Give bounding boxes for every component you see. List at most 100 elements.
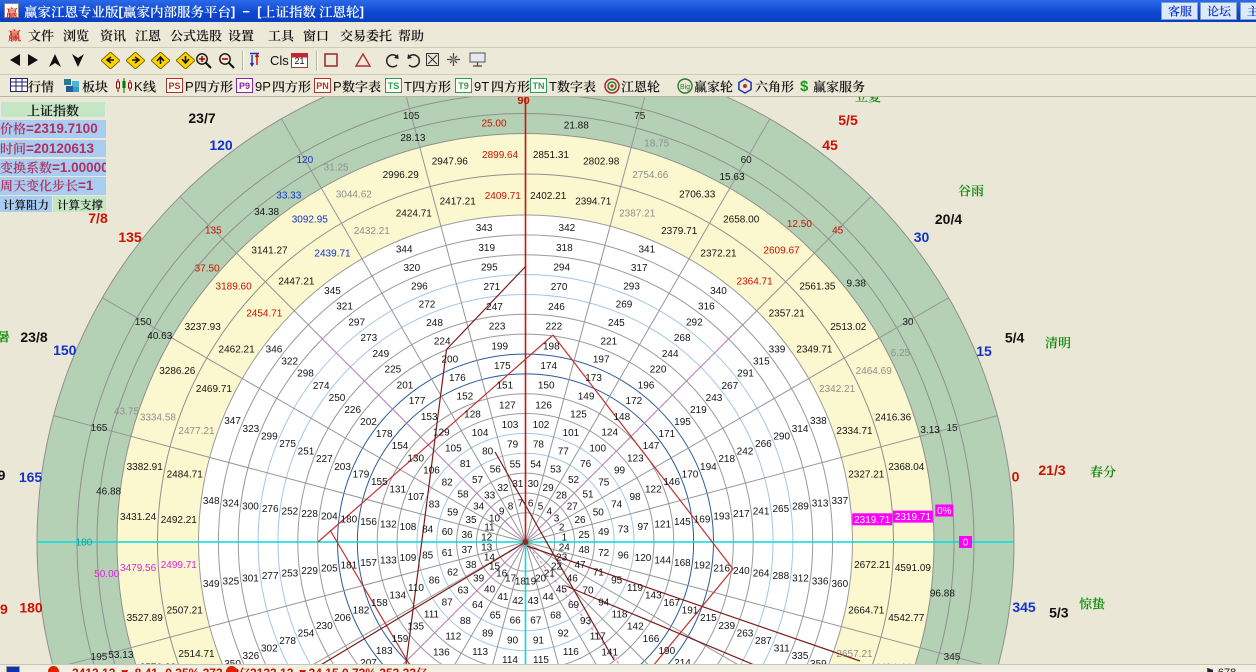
svg-text:2416.36: 2416.36 <box>875 413 912 424</box>
svg-text:165: 165 <box>19 469 43 485</box>
svg-text:179: 179 <box>353 469 370 480</box>
svg-text:31: 31 <box>512 479 524 490</box>
svg-text:312: 312 <box>792 574 809 585</box>
svg-text:TS: TS <box>388 81 400 91</box>
svg-text:2342.21: 2342.21 <box>819 384 856 395</box>
svg-text:2899.64: 2899.64 <box>482 150 519 161</box>
svg-text:15: 15 <box>976 343 992 359</box>
svg-text:25: 25 <box>578 530 590 541</box>
svg-text:345: 345 <box>1012 599 1036 615</box>
svg-text:103: 103 <box>502 420 519 431</box>
svg-text:104: 104 <box>472 428 489 439</box>
svg-text:290: 290 <box>773 431 790 442</box>
svg-text:289: 289 <box>792 501 809 512</box>
svg-text:96: 96 <box>618 550 630 561</box>
svg-text:206: 206 <box>334 613 351 624</box>
svg-text:35: 35 <box>465 515 477 526</box>
svg-text:2477.21: 2477.21 <box>178 426 215 437</box>
svg-text:199: 199 <box>491 341 508 352</box>
svg-text:2484.71: 2484.71 <box>167 470 204 481</box>
svg-text:215: 215 <box>700 613 717 624</box>
svg-text:147: 147 <box>643 441 660 452</box>
svg-text:42: 42 <box>512 596 524 607</box>
svg-text:175: 175 <box>494 361 511 372</box>
svg-text:23: 23 <box>556 553 568 564</box>
svg-text:276: 276 <box>262 504 279 515</box>
svg-text:74: 74 <box>611 500 623 511</box>
svg-text:317: 317 <box>631 263 648 274</box>
svg-text:302: 302 <box>261 644 278 655</box>
svg-text:292: 292 <box>686 318 703 329</box>
svg-text:28.13: 28.13 <box>400 133 425 144</box>
svg-text:99: 99 <box>614 465 626 476</box>
svg-text:2402.21: 2402.21 <box>530 191 567 202</box>
svg-text:190: 190 <box>658 646 675 657</box>
svg-text:62: 62 <box>447 568 459 579</box>
svg-text:40.63: 40.63 <box>147 331 172 342</box>
svg-text:201: 201 <box>397 381 414 392</box>
svg-text:2357.21: 2357.21 <box>769 308 806 319</box>
svg-text:347: 347 <box>224 416 241 427</box>
svg-text:78: 78 <box>533 440 545 451</box>
svg-text:135: 135 <box>407 622 424 633</box>
svg-text:2802.98: 2802.98 <box>583 157 620 168</box>
svg-text:5: 5 <box>538 501 544 512</box>
svg-text:79: 79 <box>507 440 519 451</box>
svg-text:196: 196 <box>638 381 655 392</box>
svg-text:2394.71: 2394.71 <box>575 197 612 208</box>
svg-text:145: 145 <box>674 517 691 528</box>
svg-text:2657.21: 2657.21 <box>836 649 873 660</box>
svg-text:151: 151 <box>496 381 513 392</box>
svg-text:9: 9 <box>0 467 6 483</box>
svg-text:120: 120 <box>209 137 233 153</box>
svg-text:18.75: 18.75 <box>644 139 669 150</box>
svg-text:288: 288 <box>772 571 789 582</box>
svg-text:321: 321 <box>336 302 353 313</box>
svg-text:141: 141 <box>601 647 618 658</box>
svg-text:314: 314 <box>792 424 809 435</box>
svg-text:339: 339 <box>769 345 786 356</box>
svg-text:3431.24: 3431.24 <box>120 512 157 523</box>
svg-text:176: 176 <box>449 373 466 384</box>
svg-text:299: 299 <box>261 431 278 442</box>
svg-text:3237.93: 3237.93 <box>185 322 222 333</box>
svg-text:193: 193 <box>713 512 730 523</box>
svg-text:95: 95 <box>611 575 623 586</box>
svg-text:3: 3 <box>554 514 560 525</box>
svg-text:117: 117 <box>590 632 606 643</box>
svg-text:3189.60: 3189.60 <box>216 282 253 293</box>
svg-text:136: 136 <box>433 647 450 658</box>
svg-text:32: 32 <box>497 483 509 494</box>
svg-text:4542.77: 4542.77 <box>888 613 925 624</box>
svg-text:200: 200 <box>441 355 458 366</box>
svg-text:124: 124 <box>601 428 618 439</box>
svg-text:159: 159 <box>392 634 409 645</box>
svg-text:3527.89: 3527.89 <box>127 613 164 624</box>
svg-text:45: 45 <box>832 225 844 236</box>
svg-text:34.38: 34.38 <box>254 207 279 218</box>
svg-text:P9: P9 <box>239 81 250 91</box>
svg-text:48: 48 <box>578 545 590 556</box>
svg-text:120: 120 <box>635 553 652 564</box>
svg-text:53: 53 <box>550 465 562 476</box>
svg-text:2469.71: 2469.71 <box>196 384 233 395</box>
svg-text:0%: 0% <box>937 506 952 517</box>
svg-text:90: 90 <box>507 635 519 646</box>
svg-text:89: 89 <box>482 629 494 640</box>
svg-text:155: 155 <box>371 477 388 488</box>
svg-text:203: 203 <box>334 462 351 473</box>
svg-text:272: 272 <box>419 300 436 311</box>
svg-text:181: 181 <box>341 561 358 572</box>
svg-text:241: 241 <box>753 507 770 518</box>
svg-text:86: 86 <box>429 575 441 586</box>
svg-text:45: 45 <box>822 137 838 153</box>
svg-text:322: 322 <box>281 357 298 368</box>
svg-text:36: 36 <box>461 530 473 541</box>
svg-text:174: 174 <box>540 361 557 372</box>
svg-text:6.25: 6.25 <box>891 348 911 359</box>
svg-text:3479.56: 3479.56 <box>120 563 157 574</box>
svg-text:216: 216 <box>713 563 730 574</box>
svg-text:192: 192 <box>694 561 711 572</box>
svg-text:130: 130 <box>407 453 424 464</box>
svg-text:118: 118 <box>612 610 628 621</box>
